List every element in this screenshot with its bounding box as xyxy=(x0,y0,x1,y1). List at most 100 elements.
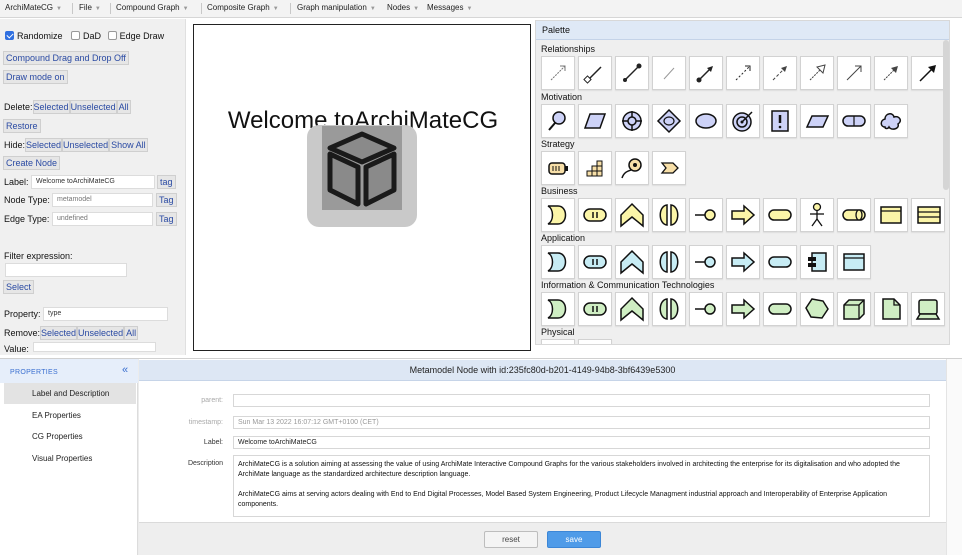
composition-relation-icon[interactable] xyxy=(578,56,612,90)
influence-relation-icon[interactable] xyxy=(652,56,686,90)
communication-network-icon[interactable] xyxy=(800,292,834,326)
graph-canvas[interactable]: Welcome toArchiMateCG xyxy=(193,24,531,351)
application-collaboration-icon[interactable] xyxy=(541,245,575,279)
value-stream-icon[interactable] xyxy=(652,151,686,185)
node-icon[interactable] xyxy=(837,292,871,326)
triggering-relation-icon[interactable] xyxy=(874,56,908,90)
nav-cg-properties[interactable]: CG Properties xyxy=(4,426,136,447)
draw-mode-button[interactable]: Draw mode on xyxy=(3,70,68,84)
palette-scrollbar[interactable] xyxy=(943,40,949,190)
technology-interaction-icon[interactable] xyxy=(652,292,686,326)
menu-archimatecg[interactable]: ArchiMateCG ▼ xyxy=(5,3,62,12)
business-process-icon[interactable] xyxy=(726,198,760,232)
flow-relation-icon[interactable] xyxy=(763,56,797,90)
remove-selected-button[interactable]: Selected xyxy=(40,326,78,340)
nav-ea-properties[interactable]: EA Properties xyxy=(4,405,136,426)
application-component-icon[interactable] xyxy=(800,245,834,279)
dad-checkbox[interactable] xyxy=(71,31,81,40)
association-relation-icon[interactable] xyxy=(541,56,575,90)
menu-graph-manipulation[interactable]: Graph manipulation ▼ xyxy=(297,3,376,12)
business-interface-icon[interactable] xyxy=(689,198,723,232)
specialization-relation-icon[interactable] xyxy=(800,56,834,90)
application-service-icon[interactable] xyxy=(578,245,612,279)
resource-icon[interactable] xyxy=(541,151,575,185)
randomize-toggle[interactable]: Randomize DaD Edge Draw xyxy=(5,31,164,41)
menu-nodes[interactable]: Nodes ▼ xyxy=(387,3,419,12)
technology-interface-icon[interactable] xyxy=(689,292,723,326)
remove-all-button[interactable]: All xyxy=(124,326,139,340)
value-input[interactable] xyxy=(33,342,156,352)
compound-dnd-button[interactable]: Compound Drag and Drop Off xyxy=(3,51,129,65)
double-chevron-left-icon[interactable]: « xyxy=(122,364,128,376)
application-interaction-icon[interactable] xyxy=(652,245,686,279)
menu-file[interactable]: File ▼ xyxy=(79,3,101,12)
technology-event-icon[interactable] xyxy=(763,292,797,326)
edge-draw-checkbox[interactable] xyxy=(107,31,117,40)
show-all-button[interactable]: Show All xyxy=(109,138,148,152)
menu-compound-graph[interactable]: Compound Graph ▼ xyxy=(116,3,189,12)
label-field[interactable]: Welcome toArchiMateCG xyxy=(233,436,930,449)
business-actor-icon[interactable] xyxy=(800,198,834,232)
data-object-icon[interactable] xyxy=(837,245,871,279)
select-button[interactable]: Select xyxy=(3,280,35,294)
stakeholder-icon[interactable] xyxy=(541,104,575,138)
business-contract-icon[interactable] xyxy=(911,198,945,232)
node-type-tag-button[interactable]: Tag xyxy=(156,193,177,207)
device-icon[interactable] xyxy=(911,292,945,326)
meaning-icon[interactable] xyxy=(837,104,871,138)
equipment-icon[interactable] xyxy=(541,339,575,344)
capability-icon[interactable] xyxy=(578,151,612,185)
property-input[interactable]: type xyxy=(43,307,168,321)
technology-function-icon[interactable] xyxy=(615,292,649,326)
menu-messages[interactable]: Messages ▼ xyxy=(427,3,472,12)
randomize-checkbox[interactable] xyxy=(5,31,14,40)
technology-service-icon[interactable] xyxy=(578,292,612,326)
save-button[interactable]: save xyxy=(547,531,601,548)
edge-type-input[interactable]: undefined xyxy=(52,212,153,226)
node-type-input[interactable]: metamodel xyxy=(52,193,153,207)
nav-visual-properties[interactable]: Visual Properties xyxy=(4,448,136,469)
serving-relation-icon[interactable] xyxy=(837,56,871,90)
access-relation-icon[interactable] xyxy=(726,56,760,90)
requirement-icon[interactable] xyxy=(800,104,834,138)
node-label-input[interactable]: Welcome toArchiMateCG xyxy=(31,175,155,189)
value-cloud-icon[interactable] xyxy=(874,104,908,138)
business-role-icon[interactable] xyxy=(837,198,871,232)
technology-collaboration-icon[interactable] xyxy=(541,292,575,326)
business-event-service-icon[interactable] xyxy=(763,198,797,232)
technology-process-icon[interactable] xyxy=(726,292,760,326)
description-textarea[interactable]: ArchiMateCG is a solution aiming at asse… xyxy=(233,455,930,517)
application-process-icon[interactable] xyxy=(726,245,760,279)
parent-field[interactable] xyxy=(233,394,930,407)
reset-button[interactable]: reset xyxy=(484,531,538,548)
business-function-icon[interactable] xyxy=(615,198,649,232)
hide-unselected-button[interactable]: Unselected xyxy=(62,138,110,152)
artifact-icon[interactable] xyxy=(874,292,908,326)
remove-unselected-button[interactable]: Unselected xyxy=(77,326,125,340)
principle-icon[interactable] xyxy=(763,104,797,138)
create-node-button[interactable]: Create Node xyxy=(3,156,61,170)
node-label-tag-button[interactable]: tag xyxy=(157,175,176,189)
business-object-icon[interactable] xyxy=(874,198,908,232)
nav-label-and-description[interactable]: Label and Description xyxy=(4,383,136,404)
outcome-icon[interactable] xyxy=(689,104,723,138)
driver-icon[interactable] xyxy=(578,104,612,138)
hide-selected-button[interactable]: Selected xyxy=(25,138,63,152)
business-actor-role-icon[interactable] xyxy=(541,198,575,232)
business-interface-service-icon[interactable] xyxy=(578,198,612,232)
aggregation-relation-icon[interactable] xyxy=(615,56,649,90)
welcome-node[interactable] xyxy=(307,125,417,227)
realization-relation-icon[interactable] xyxy=(911,56,945,90)
edge-type-tag-button[interactable]: Tag xyxy=(156,212,177,226)
goal-icon[interactable] xyxy=(652,104,686,138)
delete-all-button[interactable]: All xyxy=(116,100,131,114)
restore-button[interactable]: Restore xyxy=(3,119,41,133)
filter-input[interactable] xyxy=(5,263,127,277)
assessment-icon[interactable] xyxy=(615,104,649,138)
menu-composite-graph[interactable]: Composite Graph ▼ xyxy=(207,3,279,12)
right-scroll-strip[interactable] xyxy=(946,359,962,555)
assignment-relation-icon[interactable] xyxy=(689,56,723,90)
delete-selected-button[interactable]: Selected xyxy=(32,100,70,114)
delete-unselected-button[interactable]: Unselected xyxy=(69,100,117,114)
business-interaction-icon[interactable] xyxy=(652,198,686,232)
